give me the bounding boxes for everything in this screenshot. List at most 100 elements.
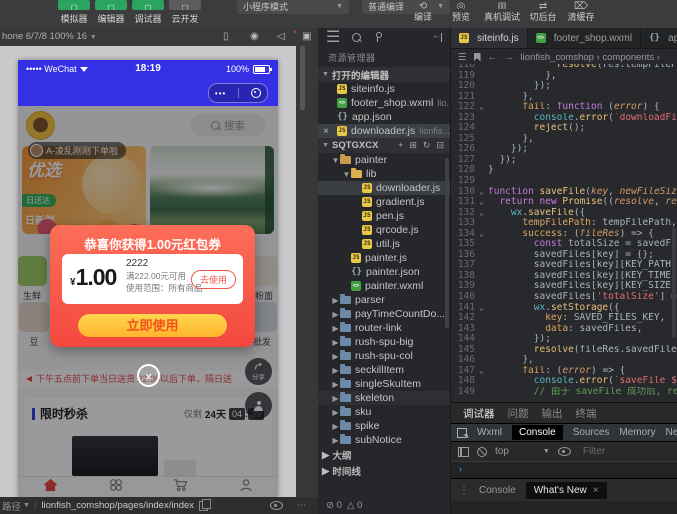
new-folder-icon[interactable]: ⊞ xyxy=(409,140,417,151)
eye-icon[interactable] xyxy=(270,501,283,510)
open-editors-section[interactable]: ▼ 打开的编辑器 xyxy=(318,67,450,82)
whats-new-tab[interactable]: What's New × xyxy=(526,482,607,499)
mode-dropdown[interactable]: 小程序模式▼ xyxy=(237,0,349,14)
debugger-tab[interactable]: 终端 xyxy=(576,406,597,421)
page-path-selector[interactable]: 路径 xyxy=(2,499,21,513)
tree-item[interactable]: ▶payTimeCountDo... xyxy=(318,307,450,321)
copy-icon[interactable] xyxy=(199,501,208,511)
tree-item[interactable]: ▶skeleton xyxy=(318,391,450,405)
console-output[interactable]: › xyxy=(451,462,677,478)
kebab-menu-icon[interactable]: ⋮ xyxy=(459,485,469,496)
editor-tab[interactable]: <>footer_shop.wxml xyxy=(528,28,641,48)
tree-item[interactable]: ▶spike xyxy=(318,419,450,433)
fold-arrow-icon[interactable]: ⌄ xyxy=(475,229,488,240)
device-icon[interactable]: ▯ xyxy=(223,28,229,46)
tree-item[interactable]: JSgradient.js xyxy=(318,195,450,209)
clear-console-icon[interactable] xyxy=(477,447,487,457)
more-icon[interactable]: ⋯ xyxy=(297,500,307,511)
filter-input[interactable]: Filter xyxy=(583,446,605,457)
nav-back-icon[interactable]: ← xyxy=(488,52,498,63)
scrollbar[interactable] xyxy=(672,228,676,338)
tree-item[interactable]: JSqrcode.js xyxy=(318,223,450,237)
mute-icon[interactable]: ◁ xyxy=(277,28,285,46)
project-section[interactable]: ▼ SQTGXCX + ⊞ ↻ ⊟ xyxy=(318,138,450,153)
sidebar-toggle-icon[interactable] xyxy=(458,447,469,457)
tree-item[interactable]: ▶rush-spu-big xyxy=(318,335,450,349)
timeline-section[interactable]: ▶时间线 xyxy=(318,463,450,479)
more-menu-icon[interactable]: ••• xyxy=(215,89,226,98)
toolbar-action[interactable]: ⌦清缓存 xyxy=(566,0,596,23)
record-icon[interactable]: ◉ xyxy=(250,28,259,46)
tree-item[interactable]: ▼painter xyxy=(318,153,450,167)
nav-forward-icon[interactable]: → xyxy=(504,52,514,63)
devtools-tab[interactable]: Console xyxy=(512,425,563,440)
debugger-tab[interactable]: 输出 xyxy=(542,406,563,421)
menu-icon[interactable]: ☰ xyxy=(326,28,340,47)
multi-window-icon[interactable]: ▣ xyxy=(302,28,311,46)
open-editor-item[interactable]: {}app.json xyxy=(318,110,450,124)
context-selector[interactable]: top xyxy=(495,446,509,457)
search-icon[interactable] xyxy=(352,33,361,42)
fold-arrow-icon[interactable]: ⌄ xyxy=(475,102,488,113)
file-list-icon[interactable]: ☰ xyxy=(458,52,467,63)
eye-icon[interactable] xyxy=(558,447,571,456)
fold-arrow-icon[interactable]: ⌄ xyxy=(475,303,488,314)
chevron-down-icon[interactable]: ▼ xyxy=(543,448,550,455)
toolbar-button[interactable]: ▢编辑器 xyxy=(95,0,127,25)
popup-close-icon[interactable]: × xyxy=(137,364,160,387)
toolbar-action[interactable]: ◎预览 xyxy=(446,0,476,23)
fold-arrow-icon[interactable]: ⌄ xyxy=(475,366,488,377)
close-icon[interactable]: × xyxy=(323,126,329,137)
tree-item[interactable]: ▶parser xyxy=(318,293,450,307)
tree-item[interactable]: {}painter.json xyxy=(318,265,450,279)
scrollbar[interactable] xyxy=(300,46,305,110)
tree-item[interactable]: ▼lib xyxy=(318,167,450,181)
tree-item[interactable]: ▶subNotice xyxy=(318,433,450,447)
editor-tab[interactable]: JSsiteinfo.js xyxy=(451,28,528,48)
open-editor-item[interactable]: JSsiteinfo.js xyxy=(318,82,450,96)
tree-item[interactable]: JSpen.js xyxy=(318,209,450,223)
refresh-icon[interactable]: ↻ xyxy=(423,140,431,151)
tree-item[interactable]: JSpainter.js xyxy=(318,251,450,265)
tree-item[interactable]: <>painter.wxml xyxy=(318,279,450,293)
collapse-sidebar-icon[interactable] xyxy=(432,33,442,42)
scrollbar[interactable] xyxy=(445,158,449,328)
editor-tab[interactable]: {}ap xyxy=(641,28,677,48)
use-coupon-link[interactable]: 去使用 xyxy=(191,270,236,289)
close-icon[interactable]: × xyxy=(593,485,599,496)
fold-arrow-icon[interactable]: ⌄ xyxy=(475,208,488,219)
git-branch-icon[interactable] xyxy=(373,32,382,43)
use-now-button[interactable]: 立即使用 xyxy=(78,314,227,337)
tree-item[interactable]: ▶seckillItem xyxy=(318,363,450,377)
tree-item[interactable]: ▶router-link xyxy=(318,321,450,335)
device-selector[interactable]: hone 6/7/8 100% 16 ▼ xyxy=(2,28,97,47)
fold-arrow-icon[interactable]: ⌄ xyxy=(475,187,488,198)
code-area[interactable]: 118 resolve(res.tempFilePath);119 },120 … xyxy=(451,64,677,402)
drawer-console-label[interactable]: Console xyxy=(479,485,516,496)
toolbar-action[interactable]: ⟲编译 xyxy=(408,0,438,23)
tree-item[interactable]: JSdownloader.js xyxy=(318,181,450,195)
collapse-all-icon[interactable]: ⊟ xyxy=(436,140,444,151)
tree-item[interactable]: ▶singleSkuItem xyxy=(318,377,450,391)
toolbar-button[interactable]: ▢云开发 xyxy=(169,0,201,25)
close-capsule-icon[interactable] xyxy=(251,88,261,98)
miniprogram-capsule[interactable]: ••• xyxy=(208,83,268,103)
open-editor-item[interactable]: ×JSdownloader.jslionfis... xyxy=(318,124,450,138)
toolbar-button[interactable]: ▢模拟器 xyxy=(58,0,90,25)
devtools-tab[interactable]: Memory xyxy=(619,427,655,438)
devtools-tab[interactable]: Wxml xyxy=(477,427,502,438)
toolbar-action[interactable]: ▥真机调试 xyxy=(484,0,520,23)
debugger-tab[interactable]: 问题 xyxy=(508,406,529,421)
outline-section[interactable]: ▶大纲 xyxy=(318,447,450,463)
new-file-icon[interactable]: + xyxy=(398,140,403,151)
tree-item[interactable]: JSutil.js xyxy=(318,237,450,251)
problems-status[interactable]: ⊘ 0 △ 0 xyxy=(326,500,362,511)
devtools-tab[interactable]: Netwo xyxy=(666,427,677,438)
debugger-tab[interactable]: 调试器 xyxy=(463,406,495,421)
fold-arrow-icon[interactable]: ⌄ xyxy=(475,197,488,208)
bookmark-icon[interactable] xyxy=(474,53,481,62)
toolbar-button[interactable]: ▢调试器 xyxy=(132,0,164,25)
tree-item[interactable]: ▶rush-spu-col xyxy=(318,349,450,363)
toolbar-action[interactable]: ⇄切后台 xyxy=(528,0,558,23)
open-editor-item[interactable]: <>footer_shop.wxmllio... xyxy=(318,96,450,110)
